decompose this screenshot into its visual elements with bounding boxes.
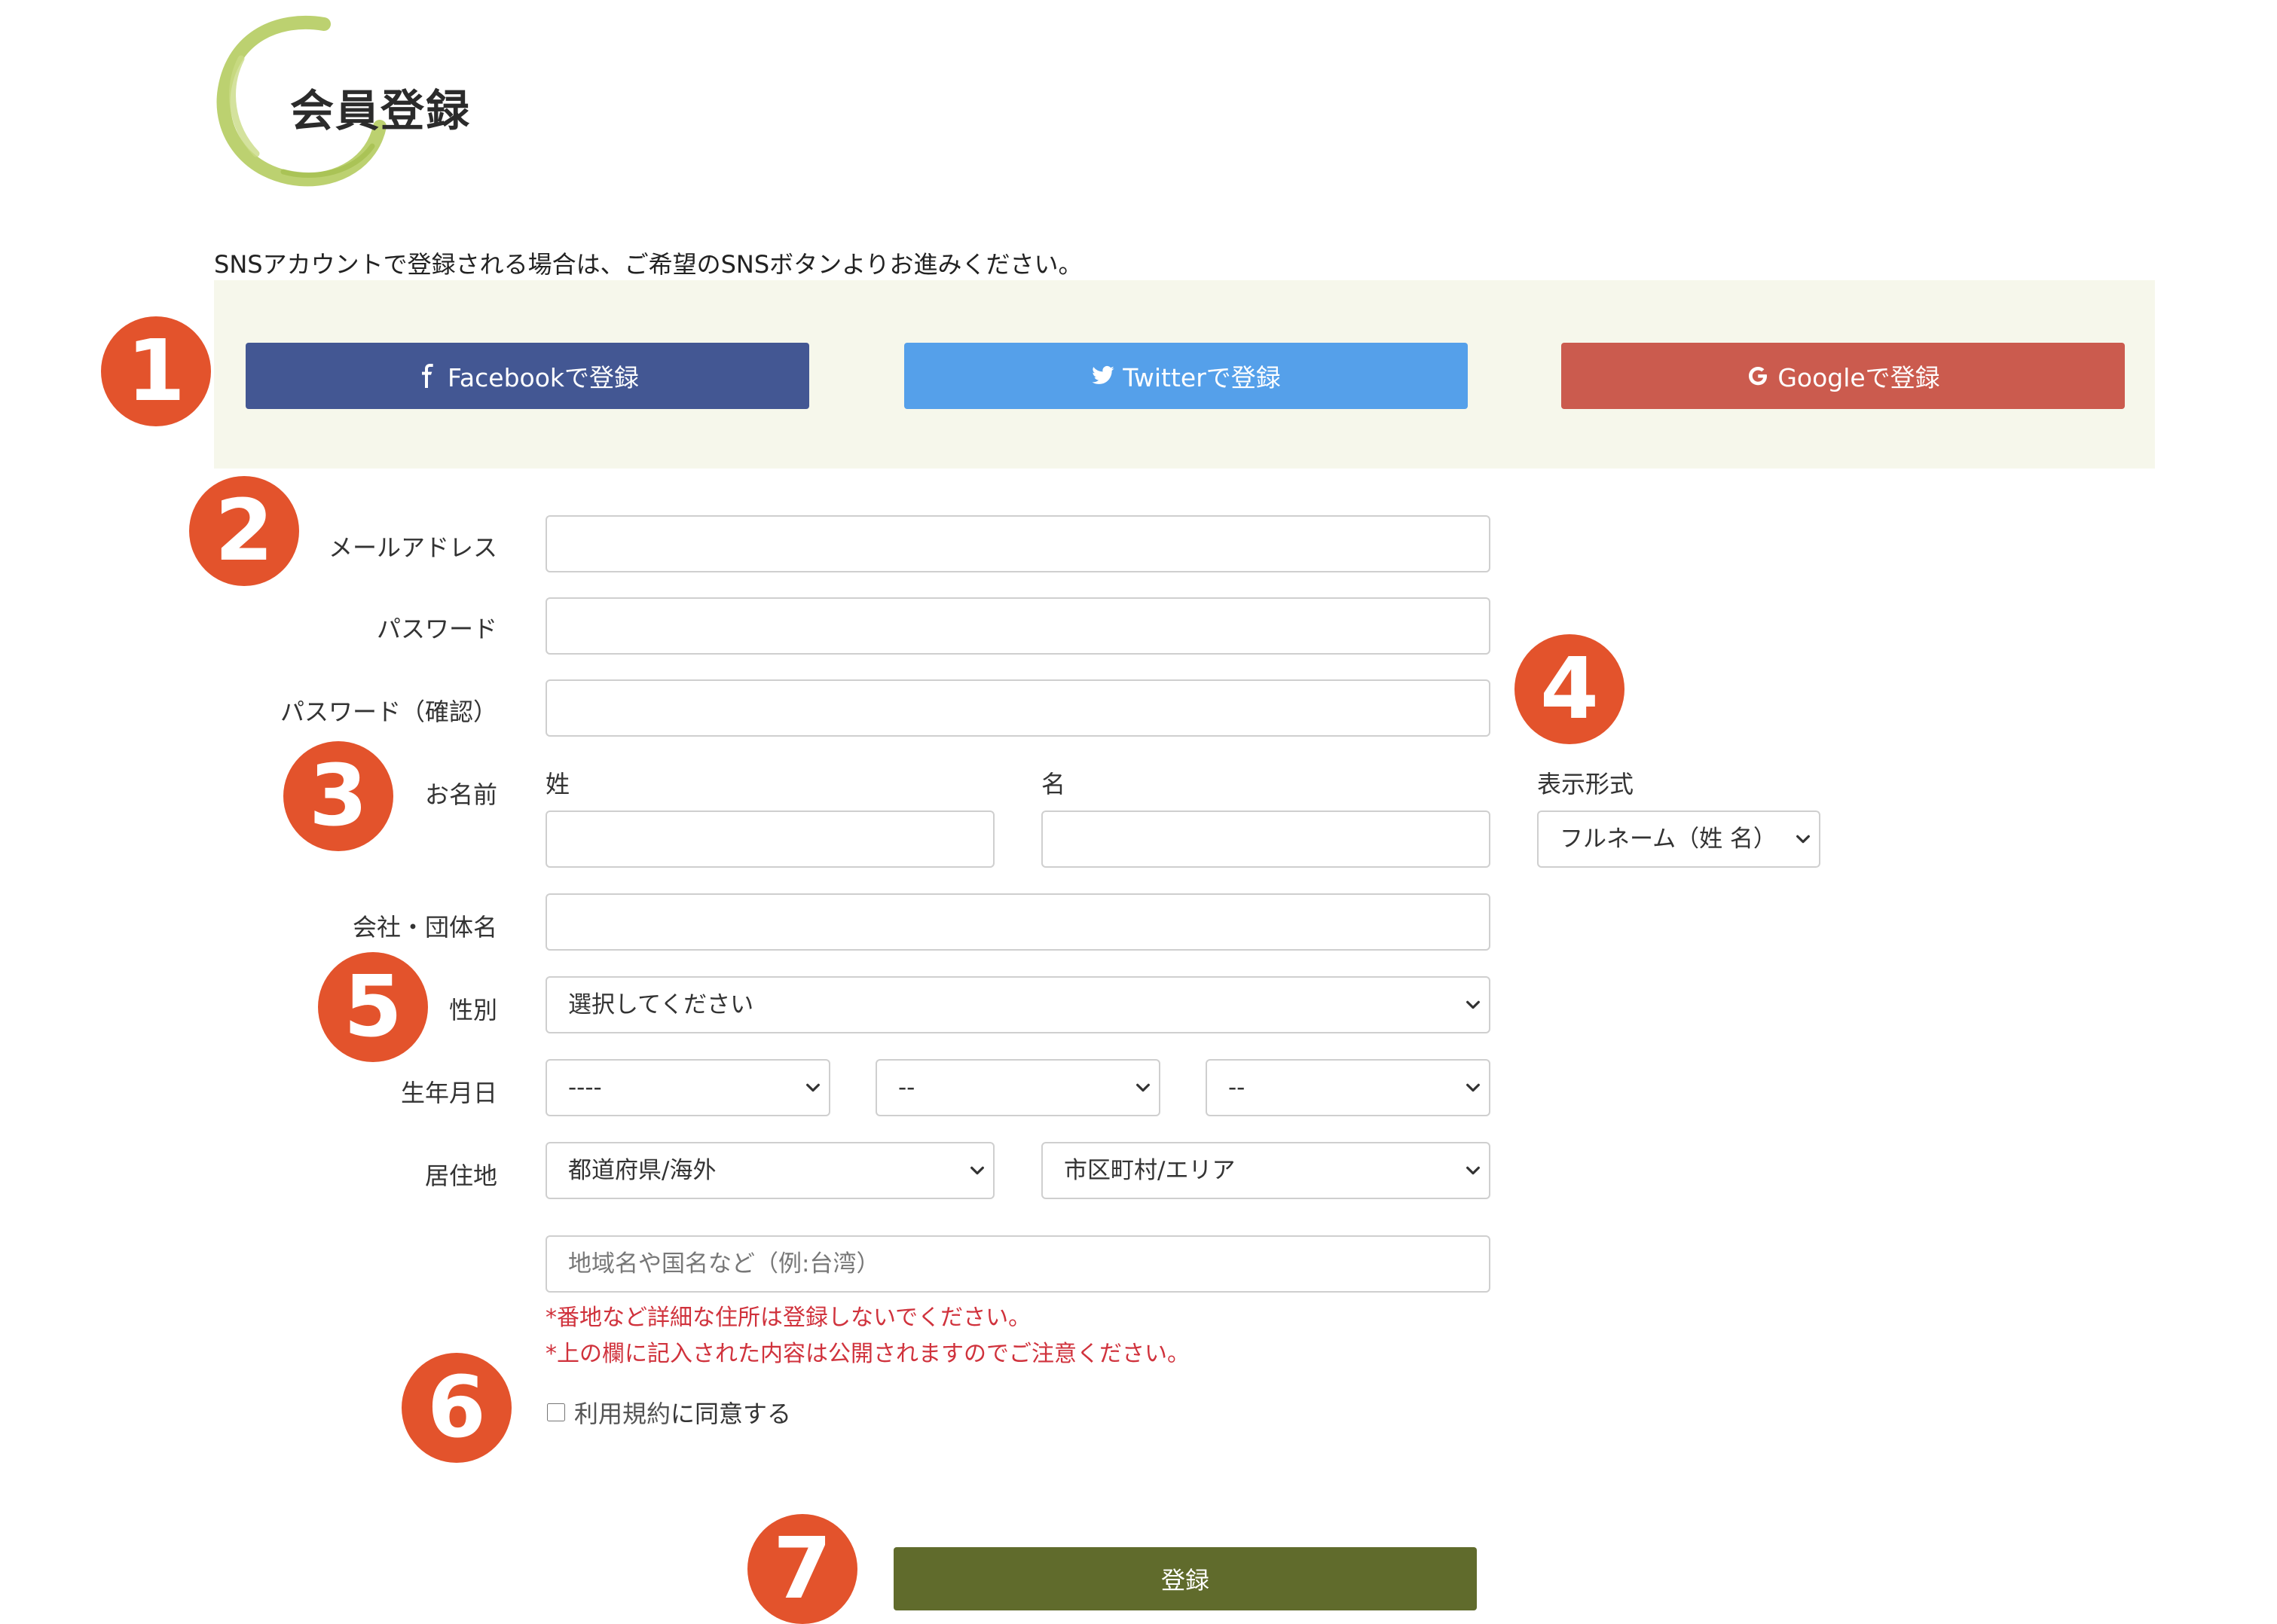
google-register-button[interactable]: Googleで登録 (1561, 343, 2125, 409)
chevron-down-icon (1466, 1000, 1480, 1009)
first-name-input[interactable] (1041, 810, 1490, 868)
area-input[interactable] (546, 1235, 1490, 1293)
facebook-register-label: Facebookで登録 (447, 363, 640, 392)
gender-label: 性別 (448, 996, 497, 1024)
display-format-value: フルネーム（姓 名） (1560, 826, 1777, 853)
prefecture-value: 都道府県/海外 (568, 1157, 717, 1184)
city-value: 市区町村/エリア (1064, 1157, 1236, 1184)
email-input[interactable] (546, 515, 1490, 572)
password-input[interactable] (546, 597, 1490, 655)
password-label: パスワード (376, 615, 497, 643)
address-note-1: *番地など詳細な住所は登録しないでください。 (546, 1305, 1032, 1331)
chevron-down-icon (1466, 1166, 1480, 1175)
terms-suffix: に同意する (671, 1400, 792, 1428)
first-name-label: 名 (1041, 770, 1066, 798)
twitter-icon (1092, 365, 1114, 384)
submit-button[interactable]: 登録 (894, 1547, 1477, 1610)
name-label: お名前 (424, 780, 497, 809)
residence-label: 居住地 (424, 1162, 497, 1190)
google-register-label: Googleで登録 (1777, 363, 1940, 392)
birth-month-select[interactable]: -- (876, 1059, 1160, 1116)
chevron-down-icon (806, 1083, 820, 1092)
terms-link[interactable]: 利用規約 (574, 1400, 671, 1428)
facebook-register-button[interactable]: Facebookで登録 (246, 343, 809, 409)
gender-value: 選択してください (568, 991, 754, 1018)
gender-select[interactable]: 選択してください (546, 976, 1490, 1033)
address-note-2: *上の欄に記入された内容は公開されますのでご注意ください。 (546, 1341, 1190, 1367)
chevron-down-icon (1136, 1083, 1150, 1092)
last-name-input[interactable] (546, 810, 995, 868)
last-name-label: 姓 (546, 770, 570, 798)
twitter-register-button[interactable]: Twitterで登録 (904, 343, 1468, 409)
sns-note: SNSアカウントで登録される場合は、ご希望のSNSボタンよりお進みください。 (214, 250, 1083, 279)
birth-month-value: -- (898, 1074, 915, 1101)
city-select[interactable]: 市区町村/エリア (1041, 1142, 1490, 1199)
step-badge-1: 1 (101, 316, 211, 426)
google-icon (1749, 367, 1768, 386)
company-input[interactable] (546, 893, 1490, 951)
facebook-icon (421, 364, 433, 388)
terms-checkbox[interactable] (547, 1403, 565, 1421)
birth-year-value: ---- (568, 1074, 602, 1101)
chevron-down-icon (1796, 835, 1810, 844)
birth-year-select[interactable]: ---- (546, 1059, 830, 1116)
page-title: 会員登録 (290, 85, 472, 136)
twitter-register-label: Twitterで登録 (1123, 363, 1281, 392)
display-format-select[interactable]: フルネーム（姓 名） (1537, 810, 1820, 868)
step-badge-7: 7 (747, 1514, 857, 1624)
password-confirm-label: パスワード（確認） (280, 698, 497, 726)
birth-day-value: -- (1228, 1074, 1245, 1101)
chevron-down-icon (1466, 1083, 1480, 1092)
terms-agree[interactable]: 利用規約に同意する (547, 1395, 791, 1430)
chevron-down-icon (970, 1166, 984, 1175)
company-label: 会社・団体名 (352, 913, 497, 942)
email-label: メールアドレス (328, 533, 497, 562)
step-badge-4: 4 (1514, 634, 1624, 744)
display-format-label: 表示形式 (1537, 770, 1634, 798)
prefecture-select[interactable]: 都道府県/海外 (546, 1142, 995, 1199)
birth-day-select[interactable]: -- (1206, 1059, 1490, 1116)
birthday-label: 生年月日 (400, 1079, 497, 1107)
step-badge-6: 6 (402, 1353, 512, 1463)
password-confirm-input[interactable] (546, 679, 1490, 737)
